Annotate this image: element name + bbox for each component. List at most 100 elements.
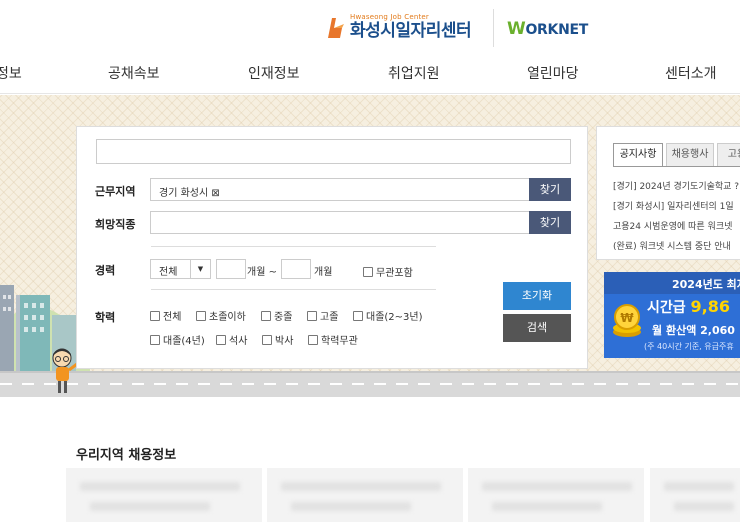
banner-hourly-amount: 9,86: [690, 297, 730, 316]
logo-divider: [493, 9, 494, 47]
checkbox-icon: [150, 334, 160, 345]
blurred-text: [674, 502, 734, 511]
checkbox-icon: [262, 334, 272, 345]
region-field[interactable]: 경기 화성시 ⊠: [150, 178, 530, 201]
header: Hwaseong Job Center 화성시일자리센터 WORKNET: [0, 0, 740, 50]
job-card[interactable]: [650, 468, 740, 522]
checkbox-icon: [261, 310, 271, 321]
center-logo-title: 화성시일자리센터: [350, 21, 472, 41]
nav-item-center-intro[interactable]: 센터소개: [665, 63, 717, 83]
region-find-button[interactable]: 찾기: [529, 178, 571, 201]
banner-hourly-wage: 시간급 9,86: [647, 297, 730, 317]
region-label: 근무지역: [95, 185, 136, 198]
divider-2: [151, 289, 436, 290]
job-card[interactable]: [468, 468, 644, 522]
career-any-checkbox[interactable]: 무관포함: [363, 264, 413, 279]
edu-checkbox-masters[interactable]: 석사: [216, 332, 247, 347]
nav-item-employment-support[interactable]: 취업지원: [388, 63, 440, 83]
edu-checkbox-any[interactable]: 학력무관: [308, 332, 358, 347]
edu-option-label: 전체: [163, 312, 182, 323]
notice-panel: 공지사항 채용행사 고용 [경기] 2024년 경기도기술학교 ? [경기 화성…: [596, 126, 740, 260]
career-label: 경력: [95, 264, 116, 277]
edu-checkbox-all[interactable]: 전체: [150, 308, 181, 323]
edu-option-label: 학력무관: [321, 336, 358, 347]
desired-job-find-button[interactable]: 찾기: [529, 211, 571, 234]
career-months-to-suffix: 개월: [314, 267, 333, 278]
edu-option-label: 석사: [229, 336, 248, 347]
blurred-text: [482, 482, 632, 491]
tab-underline: [613, 166, 740, 167]
local-jobs-title: 우리지역 채용정보: [76, 448, 177, 463]
checkbox-icon: [308, 334, 318, 345]
edu-checkbox-college-2-3[interactable]: 대졸(2~3년): [353, 308, 423, 323]
blurred-text: [80, 482, 240, 491]
reset-button[interactable]: 초기화: [503, 282, 571, 310]
blurred-text: [281, 482, 441, 491]
nav-item-open-forum[interactable]: 열린마당: [527, 63, 579, 83]
nav-item-talent[interactable]: 인재정보: [248, 63, 300, 83]
banner-monthly-wage: 월 환산액 2,060: [652, 324, 735, 337]
notice-item[interactable]: (완료) 워크넷 시스템 중단 안내: [613, 239, 731, 252]
center-logo-sub: Hwaseong Job Center: [350, 13, 429, 21]
edu-option-label: 대졸(4년): [163, 336, 205, 347]
nav-item-info[interactable]: 정보: [0, 63, 22, 83]
tab-hiring-events[interactable]: 채용행사: [666, 143, 714, 167]
edu-checkbox-elementary[interactable]: 초졸이하: [196, 308, 246, 323]
job-card[interactable]: [66, 468, 262, 522]
worknet-logo[interactable]: WORKNET: [507, 19, 588, 39]
job-card[interactable]: [267, 468, 463, 522]
blurred-text: [492, 502, 602, 511]
edu-option-label: 중졸: [274, 312, 293, 323]
education-label: 학력: [95, 311, 116, 324]
minimum-wage-banner[interactable]: 2024년도 최저 ₩ 시간급 9,86 월 환산액 2,060 (주 40시간…: [604, 272, 740, 358]
page: Hwaseong Job Center 화성시일자리센터 WORKNET 정보 …: [0, 0, 740, 522]
main-nav: 정보 공채속보 인재정보 취업지원 열린마당 센터소개: [0, 50, 740, 94]
search-button[interactable]: 검색: [503, 314, 571, 342]
edu-checkbox-college-4[interactable]: 대졸(4년): [150, 332, 205, 347]
career-months-to-input[interactable]: [281, 259, 311, 279]
career-months-from-input[interactable]: [216, 259, 246, 279]
notice-item[interactable]: [경기 화성시] 일자리센터의 1일: [613, 199, 734, 212]
worknet-logo-w: W: [507, 19, 526, 39]
road-marking: [0, 383, 740, 385]
desired-job-field[interactable]: [150, 211, 530, 234]
divider-1: [151, 246, 436, 247]
blurred-text: [90, 502, 210, 511]
center-logo[interactable]: Hwaseong Job Center 화성시일자리센터: [324, 10, 472, 44]
edu-option-label: 박사: [275, 336, 294, 347]
banner-year: 2024년도 최저: [672, 278, 740, 291]
notice-item[interactable]: [경기] 2024년 경기도기술학교 ?: [613, 179, 739, 192]
center-logo-icon: [324, 14, 346, 40]
checkbox-icon: [150, 310, 160, 321]
career-select[interactable]: 전체 ▼: [150, 259, 211, 279]
character-illustration: [52, 348, 78, 393]
checkbox-icon: [353, 310, 363, 321]
blurred-text: [291, 502, 411, 511]
checkbox-icon: [307, 310, 317, 321]
edu-option-label: 대졸(2~3년): [366, 312, 423, 323]
banner-note: (주 40시간 기준, 유급주휴: [644, 342, 734, 351]
career-select-value: 전체: [159, 267, 178, 278]
blurred-text: [664, 482, 734, 491]
tab-employment[interactable]: 고용: [717, 143, 740, 167]
edu-checkbox-middle[interactable]: 중졸: [261, 308, 292, 323]
career-months-from-suffix: 개월 ~: [247, 267, 277, 278]
coin-icon: ₩: [613, 304, 641, 337]
edu-checkbox-high[interactable]: 고졸: [307, 308, 338, 323]
checkbox-icon: [216, 334, 226, 345]
checkbox-icon: [196, 310, 206, 321]
svg-text:₩: ₩: [620, 311, 634, 325]
edu-option-label: 고졸: [320, 312, 339, 323]
notice-item[interactable]: 고용24 시범운영에 따른 워크넷: [613, 219, 732, 232]
desired-job-label: 희망직종: [95, 218, 136, 231]
edu-option-label: 초졸이하: [209, 312, 246, 323]
edu-checkbox-doctorate[interactable]: 박사: [262, 332, 293, 347]
tab-notices[interactable]: 공지사항: [613, 143, 663, 167]
banner-hourly-prefix: 시간급: [647, 300, 686, 316]
keyword-search-input[interactable]: [96, 139, 571, 164]
chevron-down-icon: ▼: [190, 260, 210, 278]
checkbox-icon: [363, 266, 373, 277]
career-any-label: 무관포함: [376, 268, 413, 279]
nav-item-job-news[interactable]: 공채속보: [108, 63, 160, 83]
worknet-logo-rest: ORKNET: [525, 22, 589, 38]
